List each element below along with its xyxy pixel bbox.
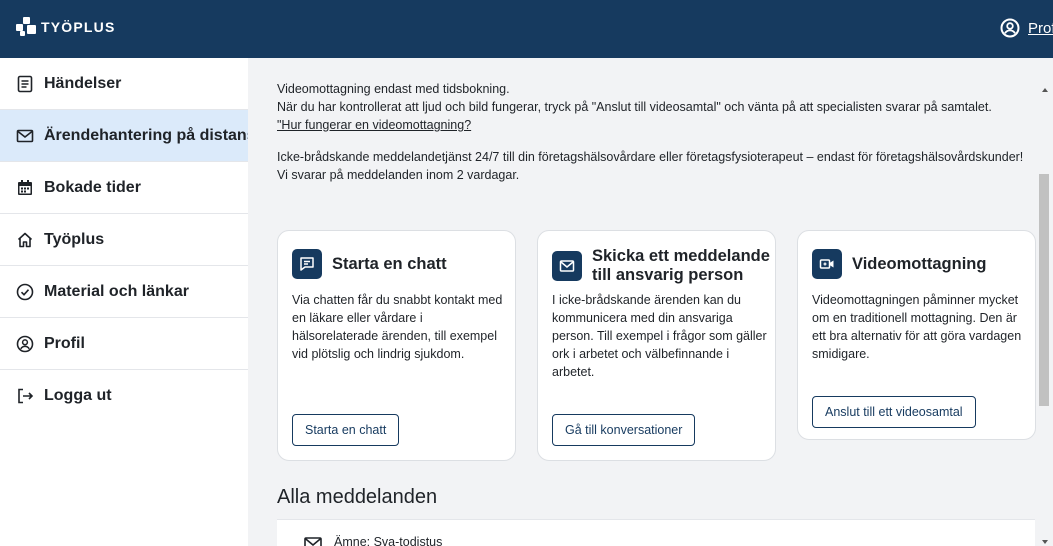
page-scrollbar[interactable] [1037,58,1053,546]
chat-icon [292,249,322,279]
sidebar-item-label: Profil [44,334,85,352]
scroll-thumb[interactable] [1039,174,1049,406]
intro-line-1: Videomottagning endast med tidsbokning. [277,82,510,96]
card-body: Videomottagningen påminner mycket om en … [812,293,1022,361]
video-icon [812,249,842,279]
mail-icon [16,129,34,142]
sidebar-item-logga-ut[interactable]: Logga ut [0,370,248,422]
mail-icon [552,251,582,281]
profile-link-label[interactable]: Profil [1028,20,1053,37]
all-messages-heading: Alla meddelanden [277,486,438,508]
sidebar-item-handelser[interactable]: Händelser [0,58,248,110]
scroll-up-arrow-icon[interactable] [1042,88,1048,92]
sidebar-item-label: Material och länkar [44,282,189,300]
check-circle-icon [16,283,34,300]
chat-card: Starta en chatt Via chatten får du snabb… [277,230,516,461]
video-help-link[interactable]: "Hur fungerar en videomottagning? [277,118,471,132]
intro-line-2: När du har kontrollerat att ljud och bil… [277,100,992,114]
mail-icon [304,537,322,546]
sidebar-item-label: Logga ut [44,387,112,404]
scroll-down-arrow-icon[interactable] [1042,540,1048,544]
intro-line-3: Icke-brådskande meddelandetjänst 24/7 ti… [277,150,1024,182]
logout-icon [18,388,34,404]
sidebar-item-label: Händelser [44,74,122,92]
sidebar-item-tyoplus[interactable]: Työplus [0,214,248,266]
card-body: I icke-brådskande ärenden kan du kommuni… [552,293,767,379]
document-icon [17,75,33,92]
message-card: Skicka ett meddelande till ansvarig pers… [537,230,776,461]
go-to-conversations-button[interactable]: Gå till konversationer [552,414,696,446]
home-icon [17,232,33,247]
main-content: Videomottagning endast med tidsbokning. … [248,58,1037,546]
card-title: Skicka ett meddelande till ansvarig pers… [592,247,770,284]
sidebar-item-label: Bokade tider [44,178,141,196]
message-list-item[interactable]: Ämne: Sva-todistus [277,519,1035,546]
card-body: Via chatten får du snabbt kontakt med en… [292,293,503,361]
card-title: Starta en chatt [332,254,447,273]
brand-name: TYÖPLUS [41,19,116,35]
sidebar: Händelser Ärendehantering på distans Bok… [0,58,248,546]
top-bar: TYÖPLUS Profil [0,0,1053,58]
sidebar-item-bokade-tider[interactable]: Bokade tider [0,162,248,214]
calendar-icon [18,179,32,195]
start-chat-button[interactable]: Starta en chatt [292,414,400,446]
user-circle-icon [1000,18,1020,38]
message-subject: Ämne: Sva-todistus [334,535,443,546]
sidebar-item-arendehantering[interactable]: Ärendehantering på distans [0,110,248,162]
user-icon [16,335,34,352]
video-card: Videomottagning Videomottagningen påminn… [797,230,1036,440]
logo-mark-icon [16,17,36,37]
sidebar-item-label: Työplus [44,230,105,248]
sidebar-item-label: Ärendehantering på distans [44,126,248,144]
intro-text: Videomottagning endast med tidsbokning. … [277,80,1037,184]
join-video-call-button[interactable]: Anslut till ett videosamtal [812,396,976,428]
brand-logo[interactable]: TYÖPLUS [16,17,116,37]
sidebar-item-material[interactable]: Material och länkar [0,266,248,318]
sidebar-item-profil[interactable]: Profil [0,318,248,370]
profile-link[interactable]: Profil [1000,18,1053,38]
card-title: Videomottagning [852,254,987,273]
